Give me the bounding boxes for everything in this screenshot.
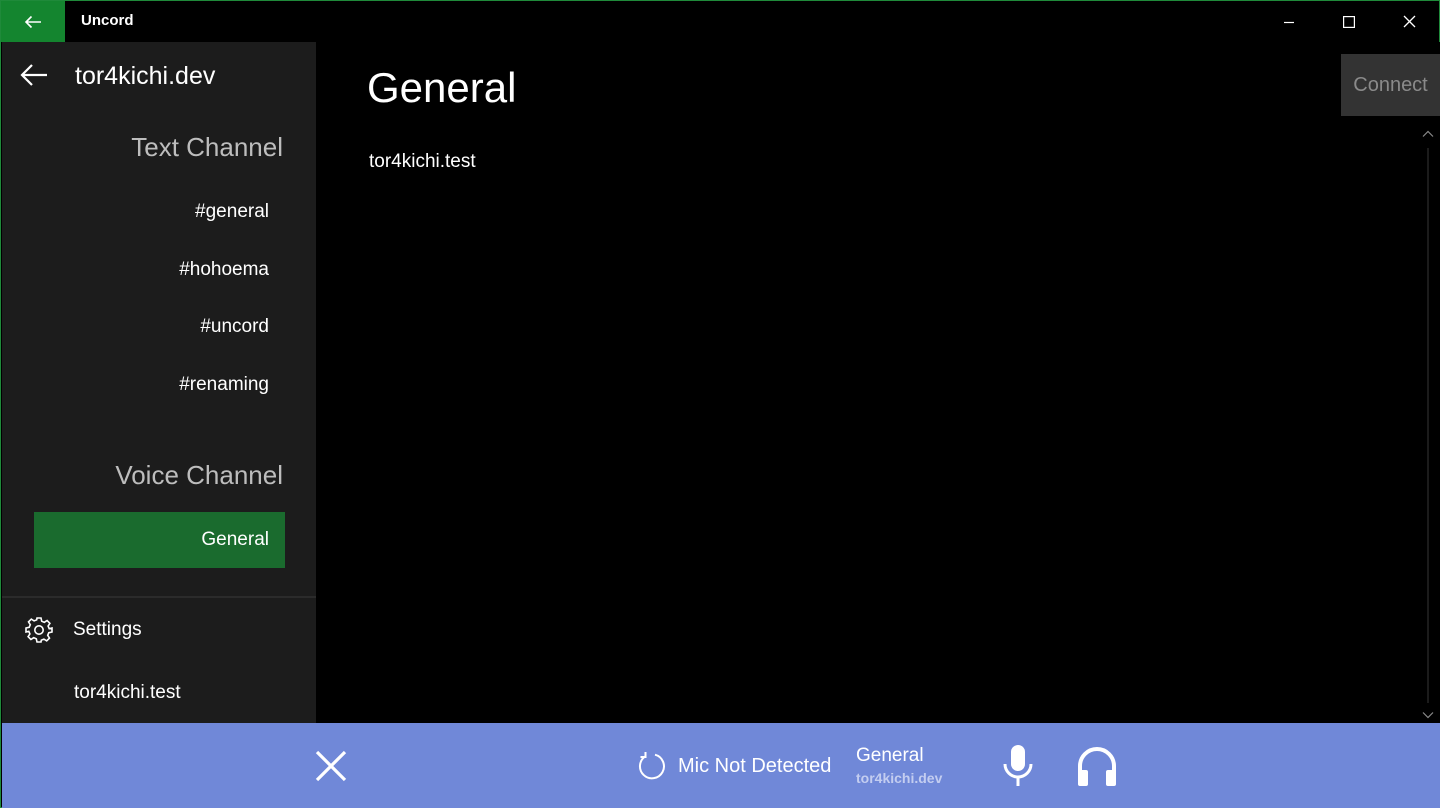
text-channel-item[interactable]: #general <box>34 184 285 240</box>
headphones-icon <box>1078 747 1116 786</box>
text-channel-item[interactable]: #uncord <box>34 299 285 355</box>
scroll-track[interactable] <box>1427 148 1429 703</box>
channel-label: #uncord <box>200 316 269 337</box>
text-channel-item[interactable]: #renaming <box>34 357 285 413</box>
mic-status-text: Mic Not Detected <box>678 755 832 777</box>
maximize-icon <box>1343 15 1355 28</box>
channel-label: #hohoema <box>179 259 269 280</box>
text-channel-item[interactable]: #hohoema <box>34 242 285 298</box>
chevron-down-icon[interactable] <box>1422 711 1434 719</box>
maximize-button[interactable] <box>1319 1 1379 42</box>
list-item: tor4kichi.test <box>369 151 476 172</box>
title-bar: Uncord <box>1 1 1439 42</box>
channel-label: #general <box>195 201 269 222</box>
voice-server-name: tor4kichi.dev <box>856 770 943 786</box>
server-name: tor4kichi.dev <box>75 62 216 90</box>
microphone-icon <box>1003 745 1033 786</box>
page-title: General <box>367 64 517 111</box>
minimize-icon <box>1284 21 1294 23</box>
title-back-button[interactable] <box>1 1 65 42</box>
scrollbar[interactable] <box>1417 128 1439 723</box>
channel-label: General <box>201 529 269 550</box>
sidebar-divider <box>2 596 316 598</box>
settings-label: Settings <box>73 619 142 640</box>
deafen-headset-button[interactable] <box>1072 741 1122 791</box>
close-icon <box>315 750 347 782</box>
minimize-button[interactable] <box>1259 1 1319 42</box>
gear-icon <box>25 617 53 643</box>
sidebar-back-button[interactable] <box>16 60 52 90</box>
channel-sidebar: tor4kichi.dev Text Channel #general #hoh… <box>2 42 316 723</box>
back-arrow-icon <box>20 64 47 86</box>
settings-button[interactable]: Settings <box>2 607 316 651</box>
channel-label: #renaming <box>179 374 269 395</box>
disconnect-button[interactable] <box>308 743 354 789</box>
voice-status-bar: Mic Not Detected General tor4kichi.dev <box>2 723 1440 808</box>
refresh-icon[interactable] <box>635 750 667 782</box>
main-panel: General tor4kichi.test Connect <box>316 42 1440 723</box>
text-channel-header: Text Channel <box>131 132 283 162</box>
back-arrow-icon <box>24 15 41 28</box>
close-icon <box>1403 15 1415 28</box>
mute-microphone-button[interactable] <box>996 741 1040 791</box>
connect-button[interactable]: Connect <box>1341 54 1440 116</box>
voice-channel-name: General <box>856 745 924 766</box>
app-window: Uncord tor4kichi.dev Text Channel #gener… <box>0 0 1440 808</box>
voice-channel-header: Voice Channel <box>115 460 283 490</box>
voice-channel-item-selected[interactable]: General <box>34 512 285 568</box>
close-window-button[interactable] <box>1379 1 1439 42</box>
current-user-name[interactable]: tor4kichi.test <box>74 682 181 704</box>
app-title: Uncord <box>81 12 134 29</box>
chevron-up-icon[interactable] <box>1422 130 1434 138</box>
